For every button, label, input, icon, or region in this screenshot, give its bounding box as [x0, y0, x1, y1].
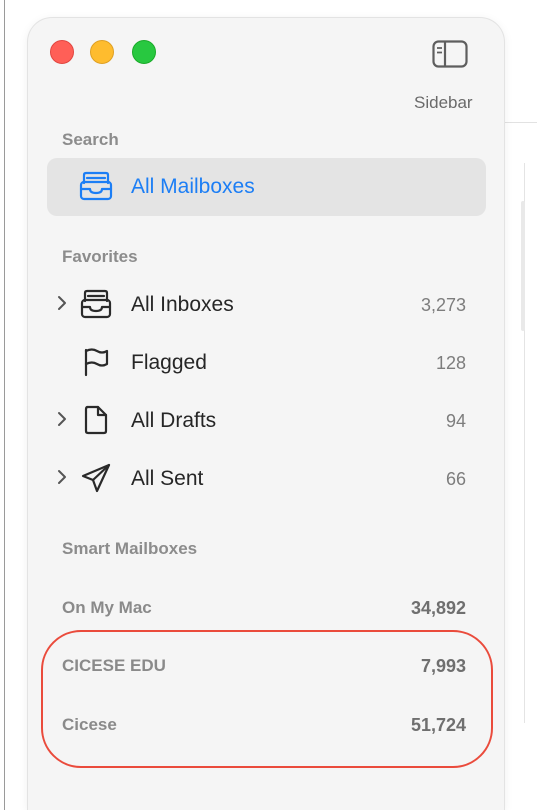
sidebar-item-label: All Drafts [131, 409, 217, 432]
sidebar-item-all-inboxes[interactable]: All Inboxes 3,273 [47, 276, 486, 334]
mail-sidebar-window: Sidebar Search All Mailboxes Favorites A… [28, 18, 504, 810]
sidebar-item-label: All Sent [131, 467, 204, 490]
chevron-right-icon[interactable] [57, 410, 67, 428]
scroll-indicator [521, 201, 525, 331]
paper-plane-icon [80, 463, 112, 493]
close-button[interactable] [50, 40, 74, 64]
section-header-smart-mailboxes: Smart Mailboxes [62, 539, 198, 558]
inbox-tray-icon [80, 289, 112, 319]
edge-divider [4, 0, 5, 810]
document-icon [80, 405, 112, 435]
section-header-search: Search [62, 130, 119, 149]
section-header-favorites: Favorites [62, 247, 138, 266]
mailbox-stack-icon [79, 171, 113, 201]
account-count: 34,892 [410, 598, 466, 618]
minimize-button[interactable] [90, 40, 114, 64]
sidebar-item-flagged[interactable]: Flagged 128 [47, 334, 486, 392]
flag-icon [80, 347, 112, 377]
unread-count: 128 [435, 353, 466, 373]
sidebar-item-all-sent[interactable]: All Sent 66 [47, 450, 486, 508]
zoom-button[interactable] [132, 40, 156, 64]
sidebar-item-all-mailboxes[interactable]: All Mailboxes [47, 158, 486, 216]
sidebar-item-label: All Inboxes [131, 293, 234, 316]
sidebar-item-all-drafts[interactable]: All Drafts 94 [47, 392, 486, 450]
unread-count: 66 [445, 469, 466, 489]
sidebar-toolbar-label: Sidebar [414, 93, 473, 112]
unread-count: 3,273 [420, 295, 466, 315]
unread-count: 94 [445, 411, 466, 431]
chevron-right-icon[interactable] [57, 294, 67, 312]
sidebar-toggle-icon[interactable] [432, 40, 468, 68]
annotation-highlight [41, 630, 493, 768]
account-label: On My Mac [62, 598, 152, 617]
sidebar-item-label: All Mailboxes [131, 175, 255, 198]
account-on-my-mac[interactable]: On My Mac 34,892 [47, 588, 486, 628]
sidebar-item-label: Flagged [131, 351, 207, 374]
chevron-right-icon[interactable] [57, 468, 67, 486]
